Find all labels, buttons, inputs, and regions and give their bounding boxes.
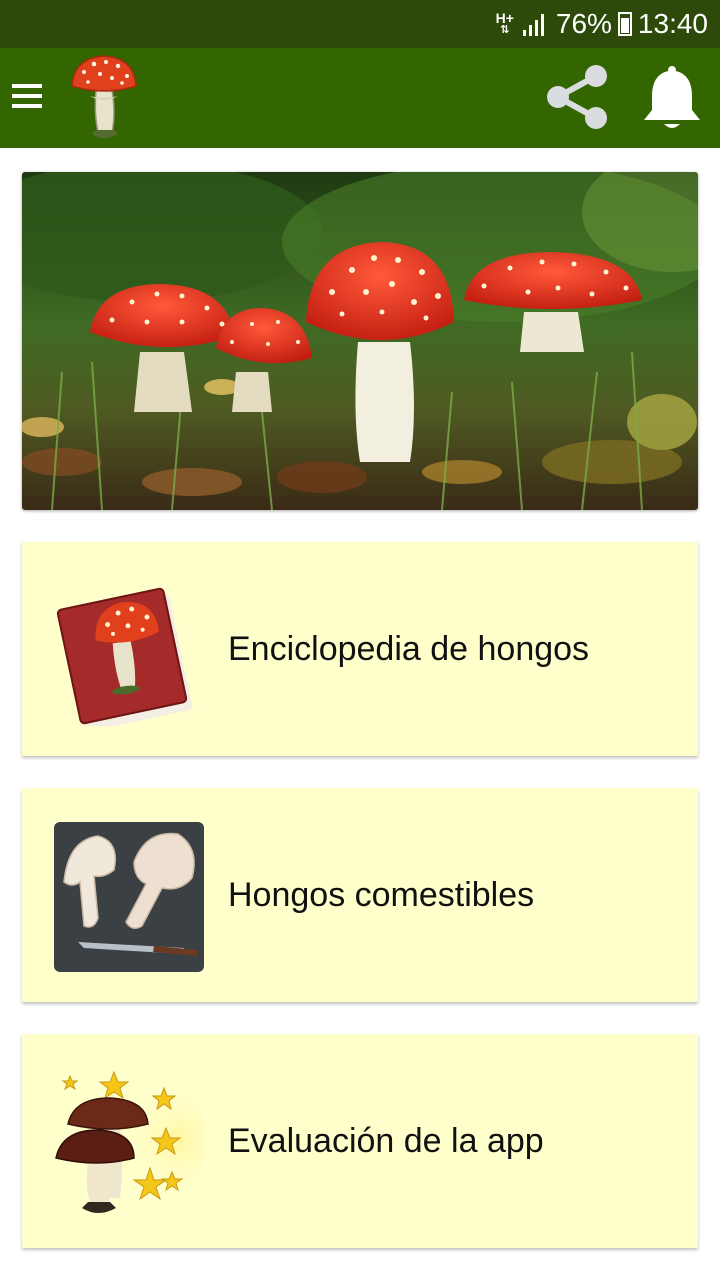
battery-percent: 76% [555, 8, 612, 39]
network-type-icon: H+ ⇅ [495, 10, 514, 36]
menu-item-label: Enciclopedia de hongos [228, 629, 590, 668]
fly-agaric-mushrooms-photo [22, 172, 698, 510]
menu-item-rate-app[interactable]: Evaluación de la app [22, 1034, 698, 1248]
menu-item-encyclopedia[interactable]: Enciclopedia de hongos [22, 542, 698, 756]
signal-icon [522, 12, 548, 36]
battery-charging-icon [617, 12, 632, 36]
share-icon[interactable] [540, 60, 614, 134]
mushroom-book-icon [56, 587, 193, 726]
app-bar [0, 48, 720, 148]
mushroom-logo-icon [71, 55, 137, 138]
menu-icon[interactable] [12, 78, 42, 116]
hero-image [22, 172, 698, 510]
menu-item-label: Evaluación de la app [228, 1121, 544, 1160]
menu-item-label: Hongos comestibles [228, 875, 535, 914]
edible-mushrooms-photo-icon [54, 822, 204, 972]
status-bar: H+ ⇅ 76% 13:40 [0, 0, 720, 48]
mushrooms-stars-rating-icon [55, 1070, 204, 1213]
clock: 13:40 [637, 8, 708, 39]
menu-item-edible-mushrooms[interactable]: Hongos comestibles [22, 788, 698, 1002]
bell-icon[interactable] [640, 60, 704, 134]
